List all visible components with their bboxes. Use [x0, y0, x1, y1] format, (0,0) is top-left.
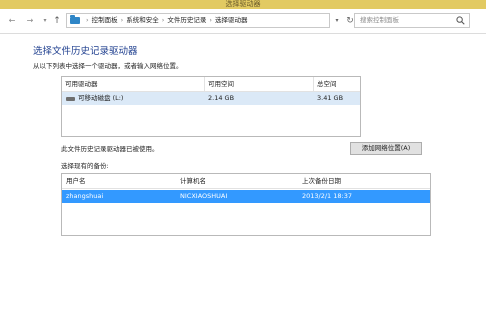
- navigation-bar: ← → ▾ ↑ › 控制面板 › 系统和安全 › 文件历史记录 › 选择驱动器 ▾ ↻ 搜索控…: [0, 9, 486, 34]
- recent-pages-chevron-icon[interactable]: ▾: [39, 15, 51, 27]
- breadcrumb-separator-icon: ›: [86, 16, 89, 24]
- drive-in-use-text: 此文件历史记录驱动器已被使用。: [61, 145, 159, 153]
- breadcrumb-separator-icon: ›: [161, 16, 165, 24]
- backup-date: 2013/2/1 18:37: [302, 192, 352, 200]
- add-network-location-button[interactable]: 添加网络位置(A): [350, 142, 422, 155]
- breadcrumb-item[interactable]: 系统和安全: [126, 16, 159, 24]
- existing-backup-label: 选择现有的备份:: [61, 162, 109, 170]
- breadcrumb-separator-icon: ›: [209, 16, 212, 24]
- search-box[interactable]: 搜索控制面板: [354, 13, 470, 28]
- drive-name: 可移动磁盘 (L:): [78, 94, 124, 102]
- column-header-last-backup-date[interactable]: 上次备份日期: [302, 174, 341, 188]
- drive-row[interactable]: 可移动磁盘 (L:) 2.14 GB 3.41 GB: [62, 92, 360, 105]
- search-icon[interactable]: [456, 16, 465, 25]
- address-bar[interactable]: › 控制面板 › 系统和安全 › 文件历史记录 › 选择驱动器: [66, 13, 330, 28]
- breadcrumb-separator-icon: ›: [120, 16, 124, 24]
- breadcrumb-item[interactable]: 控制面板: [92, 16, 118, 24]
- address-dropdown-icon[interactable]: ▾: [332, 15, 342, 27]
- search-placeholder: 搜索控制面板: [360, 16, 399, 24]
- drive-total-space: 3.41 GB: [317, 94, 344, 102]
- backup-list[interactable]: 用户名 计算机名 上次备份日期 zhangshuai NICXIAOSHUAI …: [61, 173, 431, 236]
- backup-list-header: 用户名 计算机名 上次备份日期: [62, 174, 430, 189]
- up-arrow-icon[interactable]: ↑: [51, 15, 63, 27]
- control-panel-folder-icon: [70, 15, 80, 24]
- drive-list-header: 可用驱动器 可用空间 总空间: [62, 77, 360, 92]
- backup-computer-name: NICXIAOSHUAI: [180, 192, 228, 200]
- breadcrumb-item[interactable]: 文件历史记录: [167, 16, 206, 24]
- column-header-available-drives[interactable]: 可用驱动器: [62, 77, 205, 91]
- backup-row[interactable]: zhangshuai NICXIAOSHUAI 2013/2/1 18:37: [62, 190, 430, 203]
- drive-list[interactable]: 可用驱动器 可用空间 总空间 可移动磁盘 (L:) 2.14 GB 3.41 G…: [61, 76, 361, 137]
- column-header-username[interactable]: 用户名: [66, 174, 86, 188]
- breadcrumb-item[interactable]: 选择驱动器: [215, 16, 248, 24]
- breadcrumb: › 控制面板 › 系统和安全 › 文件历史记录 › 选择驱动器: [83, 14, 247, 27]
- removable-disk-icon: [66, 97, 75, 101]
- drive-free-space: 2.14 GB: [208, 94, 235, 102]
- window-title: 选择驱动器: [225, 0, 261, 8]
- column-header-free-space[interactable]: 可用空间: [205, 77, 314, 91]
- forward-arrow-icon[interactable]: →: [24, 15, 36, 27]
- column-header-total-space[interactable]: 总空间: [314, 77, 360, 91]
- back-arrow-icon[interactable]: ←: [6, 15, 18, 27]
- column-header-computer-name[interactable]: 计算机名: [180, 174, 206, 188]
- page-title: 选择文件历史记录驱动器: [33, 46, 138, 57]
- backup-username: zhangshuai: [66, 192, 104, 200]
- instruction-text: 从以下列表中选择一个驱动器，或者输入网络位置。: [33, 62, 183, 70]
- window-titlebar: 选择驱动器: [0, 0, 486, 9]
